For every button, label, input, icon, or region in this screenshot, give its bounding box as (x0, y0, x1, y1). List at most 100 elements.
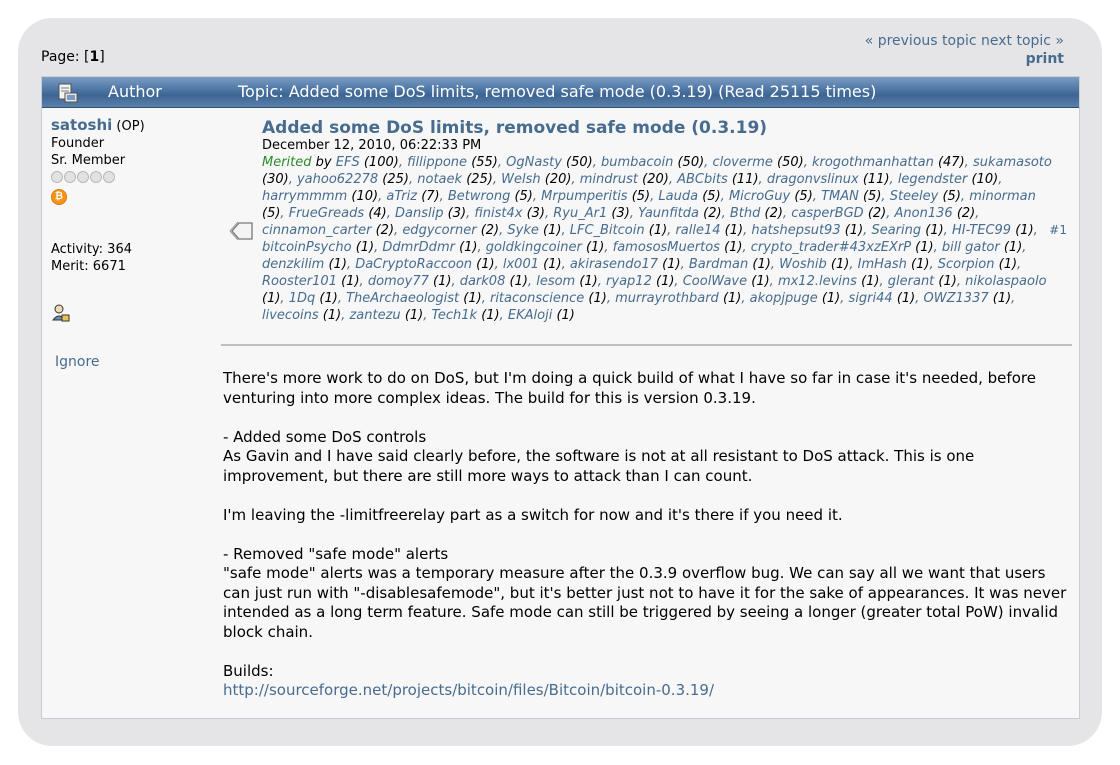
merit-user-link[interactable]: akopjpuge (750, 291, 818, 306)
merit-user-link[interactable]: glerant (888, 274, 935, 289)
merit-user-link[interactable]: DdmrDdmr (382, 240, 455, 255)
merit-user-link[interactable]: Syke (507, 223, 538, 238)
merit-count: (50) (566, 155, 593, 170)
merit-user-link[interactable]: Scorpion (938, 257, 995, 272)
merit-count: (1) (463, 291, 482, 306)
merit-user-link[interactable]: crypto_trader#43xzEXrP (751, 240, 911, 255)
post-number[interactable]: #1 (1049, 223, 1067, 237)
merit-user-link[interactable]: EKAloji (508, 308, 552, 323)
merit-count: (1) (752, 257, 771, 272)
merit-user-link[interactable]: EFS (336, 155, 360, 170)
merit-count: (100) (363, 155, 399, 170)
merit-count: (20) (642, 172, 669, 187)
merit-user-link[interactable]: ralle14 (675, 223, 720, 238)
merit-count: (1) (648, 223, 668, 238)
author-sidebar: satoshi (OP) Founder Sr. Member ₿ Activi… (51, 117, 221, 371)
merit-user-link[interactable]: sukamasoto (973, 155, 1052, 170)
merit-user-link[interactable]: krogothmanhattan (812, 155, 934, 170)
merit-user-link[interactable]: Anon136 (895, 206, 953, 221)
merit-user-link[interactable]: MicroGuy (729, 189, 790, 204)
post-icon (229, 221, 253, 241)
merit-user-link[interactable]: notaek (417, 172, 462, 187)
merit-user-link[interactable]: sigri44 (849, 291, 893, 306)
merit-user-link[interactable]: denzkilim (262, 257, 324, 272)
merit-user-link[interactable]: Lauda (658, 189, 698, 204)
merit-user-link[interactable]: Searing (871, 223, 921, 238)
merit-user-link[interactable]: livecoins (262, 308, 319, 323)
merit-user-link[interactable]: ryap12 (606, 274, 652, 289)
merit-user-link[interactable]: CoolWave (683, 274, 747, 289)
ignore-link[interactable]: Ignore (51, 354, 221, 371)
merit-user-link[interactable]: Danslip (395, 206, 443, 221)
topic-header-bar: Author Topic: Added some DoS limits, rem… (42, 77, 1079, 108)
merit-count: (1) (821, 291, 841, 306)
merit-user-link[interactable]: Mrpumperitis (541, 189, 627, 204)
post-title[interactable]: Added some DoS limits, removed safe mode… (262, 118, 1062, 138)
post-body-line: Builds: (223, 661, 274, 680)
merit-user-link[interactable]: mindrust (580, 172, 638, 187)
merit-user-link[interactable]: mx12.levins (778, 274, 857, 289)
merit-user-link[interactable]: bumbacoin (601, 155, 673, 170)
merit-user-link[interactable]: nikolaspaolo (965, 274, 1046, 289)
merit-user-link[interactable]: cinnamon_carter (262, 223, 371, 238)
merit-user-link[interactable]: ImHash (858, 257, 907, 272)
merit-user-link[interactable]: edgycorner (402, 223, 476, 238)
merit-user-link[interactable]: domoy77 (368, 274, 429, 289)
merit-user-link[interactable]: OWZ1337 (924, 291, 989, 306)
merit-count: (1) (262, 291, 281, 306)
merit-user-link[interactable]: Welsh (501, 172, 540, 187)
merit-user-link[interactable]: legendster (898, 172, 968, 187)
author-rank: Sr. Member (51, 153, 126, 168)
merit-user-link[interactable]: aTriz (386, 189, 417, 204)
merit-user-link[interactable]: Tech1k (432, 308, 478, 323)
user-profile-icon[interactable] (51, 303, 71, 323)
merit-user-link[interactable]: hatshepsut93 (751, 223, 840, 238)
prev-next-topic-links[interactable]: « previous topic next topic » (865, 32, 1064, 50)
merit-user-link[interactable]: TheArchaeologist (346, 291, 459, 306)
merit-count: (1) (662, 257, 681, 272)
merit-user-link[interactable]: lx001 (503, 257, 539, 272)
post-header: Added some DoS limits, removed safe mode… (262, 118, 1062, 324)
merit-user-link[interactable]: dragonvslinux (767, 172, 859, 187)
merit-user-link[interactable]: bitcoinPsycho (262, 240, 352, 255)
merit-user-link[interactable]: goldkingcoiner (486, 240, 582, 255)
merit-user-link[interactable]: Yaunfitda (638, 206, 699, 221)
builds-link[interactable]: http://sourceforge.net/projects/bitcoin/… (223, 681, 1071, 701)
author-name[interactable]: satoshi (51, 116, 112, 134)
merit-user-link[interactable]: harrymmmm (262, 189, 347, 204)
merit-user-link[interactable]: Bardman (689, 257, 748, 272)
print-link[interactable]: print (865, 50, 1064, 68)
merit-user-link[interactable]: zantezu (349, 308, 400, 323)
merit-user-link[interactable]: LFC_Bitcoin (570, 223, 645, 238)
merit-user-link[interactable]: fillippone (407, 155, 467, 170)
merit-user-link[interactable]: OgNasty (506, 155, 562, 170)
merit-user-link[interactable]: famososMuertos (613, 240, 720, 255)
merit-user-link[interactable]: FrueGreads (289, 206, 364, 221)
merit-user-link[interactable]: ABCbits (677, 172, 728, 187)
merit-user-link[interactable]: HI-TEC99 (952, 223, 1011, 238)
merit-user-link[interactable]: akirasendo17 (570, 257, 658, 272)
merit-user-link[interactable]: Steeley (890, 189, 939, 204)
merit-user-link[interactable]: Woshib (779, 257, 827, 272)
merit-user-link[interactable]: 1Dq (289, 291, 316, 306)
pagination-current-page[interactable]: 1 (90, 49, 100, 65)
merit-user-link[interactable]: dark08 (460, 274, 506, 289)
merit-count: (1) (896, 291, 916, 306)
merit-user-link[interactable]: Bthd (730, 206, 761, 221)
merit-user-link[interactable]: casperBGD (791, 206, 863, 221)
merit-user-link[interactable]: bill gator (942, 240, 1000, 255)
merit-user-link[interactable]: TMAN (821, 189, 859, 204)
merit-user-link[interactable]: Betwrong (448, 189, 510, 204)
merit-user-link[interactable]: Ryu_Ar1 (553, 206, 607, 221)
merit-user-link[interactable]: yahoo62278 (297, 172, 378, 187)
merit-count: (2) (764, 206, 783, 221)
merit-user-link[interactable]: Rooster101 (262, 274, 337, 289)
merit-user-link[interactable]: DaCryptoRaccoon (355, 257, 472, 272)
merit-user-link[interactable]: lesom (536, 274, 575, 289)
merit-user-link[interactable]: cloverme (712, 155, 772, 170)
merit-count: (1) (328, 257, 347, 272)
merit-user-link[interactable]: murrayrothbard (615, 291, 719, 306)
merit-user-link[interactable]: minorman (969, 189, 1036, 204)
merit-user-link[interactable]: ritaconscience (490, 291, 584, 306)
merit-user-link[interactable]: finist4x (474, 206, 522, 221)
